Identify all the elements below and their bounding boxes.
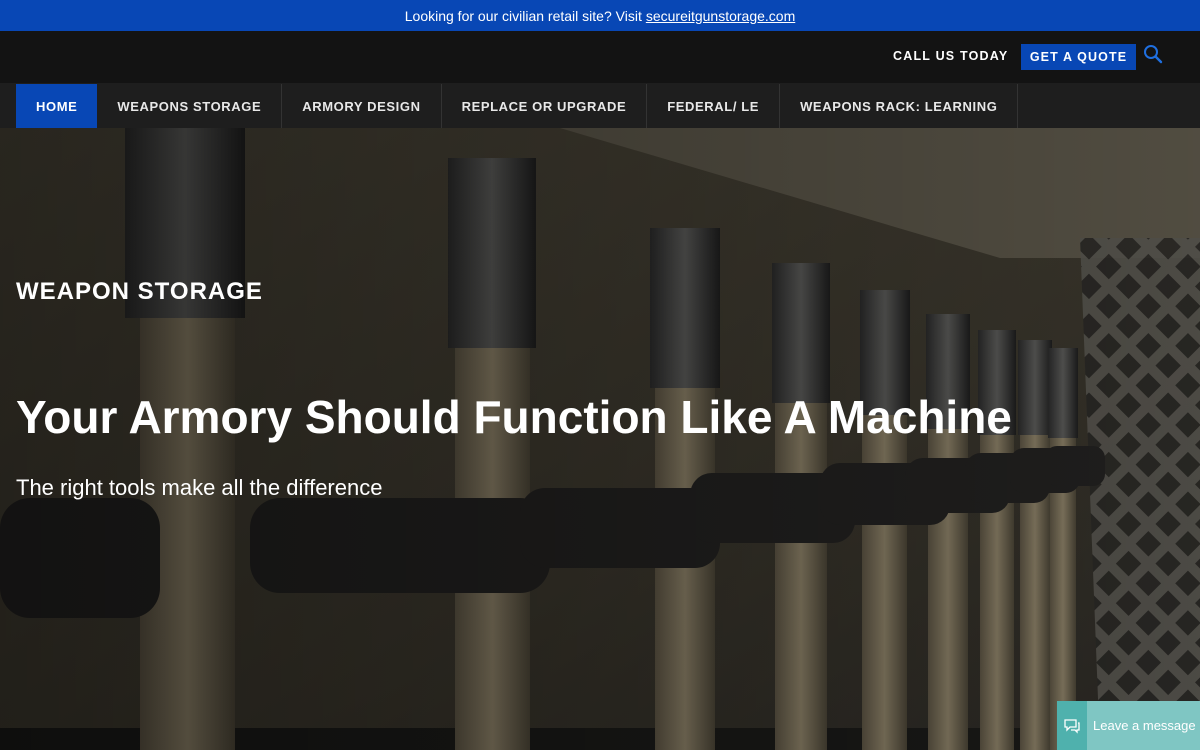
- leave-message-widget[interactable]: Leave a message: [1057, 701, 1200, 750]
- chat-label: Leave a message: [1093, 718, 1196, 733]
- announcement-bar: Looking for our civilian retail site? Vi…: [0, 0, 1200, 31]
- hero-subline: The right tools make all the difference: [16, 475, 383, 500]
- nav-item-home[interactable]: HOME: [16, 84, 98, 128]
- get-quote-button[interactable]: GET A QUOTE: [1021, 44, 1136, 70]
- nav-item-armory-design[interactable]: ARMORY DESIGN: [282, 84, 442, 128]
- announcement-text: Looking for our civilian retail site? Vi…: [404, 7, 642, 24]
- nav-item-weapons-storage[interactable]: WEAPONS STORAGE: [97, 84, 283, 128]
- hero-banner: WEAPON STORAGE Your Armory Should Functi…: [0, 128, 1200, 750]
- chat-bubble-icon: [1057, 701, 1087, 750]
- search-icon[interactable]: [1143, 44, 1163, 64]
- hero-eyebrow: WEAPON STORAGE: [16, 278, 263, 305]
- nav-item-weapons-rack-learning[interactable]: WEAPONS RACK: LEARNING: [780, 84, 1019, 128]
- hero-headline: Your Armory Should Function Like A Machi…: [16, 391, 1012, 443]
- nav-item-federal-le[interactable]: FEDERAL/ LE: [647, 84, 781, 128]
- call-us-link[interactable]: CALL US TODAY: [893, 49, 1008, 63]
- nav-item-replace-or-upgrade[interactable]: REPLACE OR UPGRADE: [442, 84, 648, 128]
- retail-site-link[interactable]: secureitgunstorage.com: [646, 8, 795, 24]
- top-bar: CALL US TODAY GET A QUOTE: [0, 31, 1200, 83]
- main-navigation: HOME WEAPONS STORAGE ARMORY DESIGN REPLA…: [0, 83, 1200, 128]
